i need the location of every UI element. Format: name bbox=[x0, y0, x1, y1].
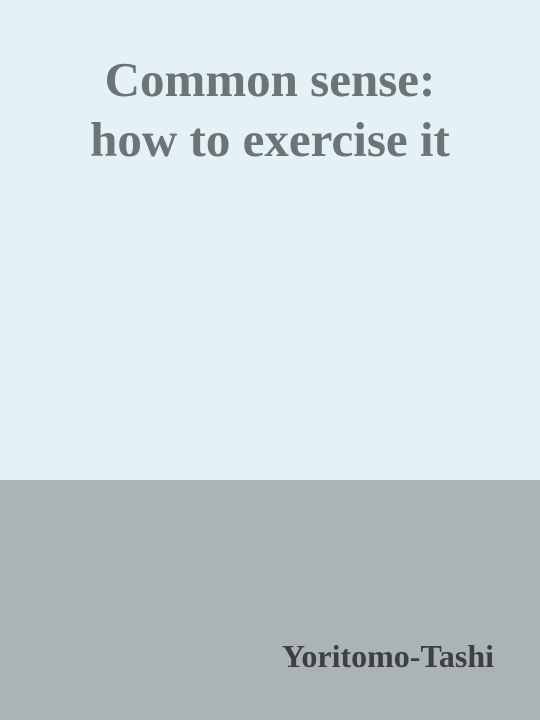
book-cover: Common sense: how to exercise it Yoritom… bbox=[0, 0, 540, 720]
book-title-line-1: Common sense: bbox=[104, 52, 436, 107]
book-title: Common sense: how to exercise it bbox=[20, 50, 520, 170]
book-author: Yoritomo-Tashi bbox=[281, 638, 494, 674]
cover-bottom-panel bbox=[0, 480, 540, 720]
book-title-line-2: how to exercise it bbox=[90, 112, 450, 167]
